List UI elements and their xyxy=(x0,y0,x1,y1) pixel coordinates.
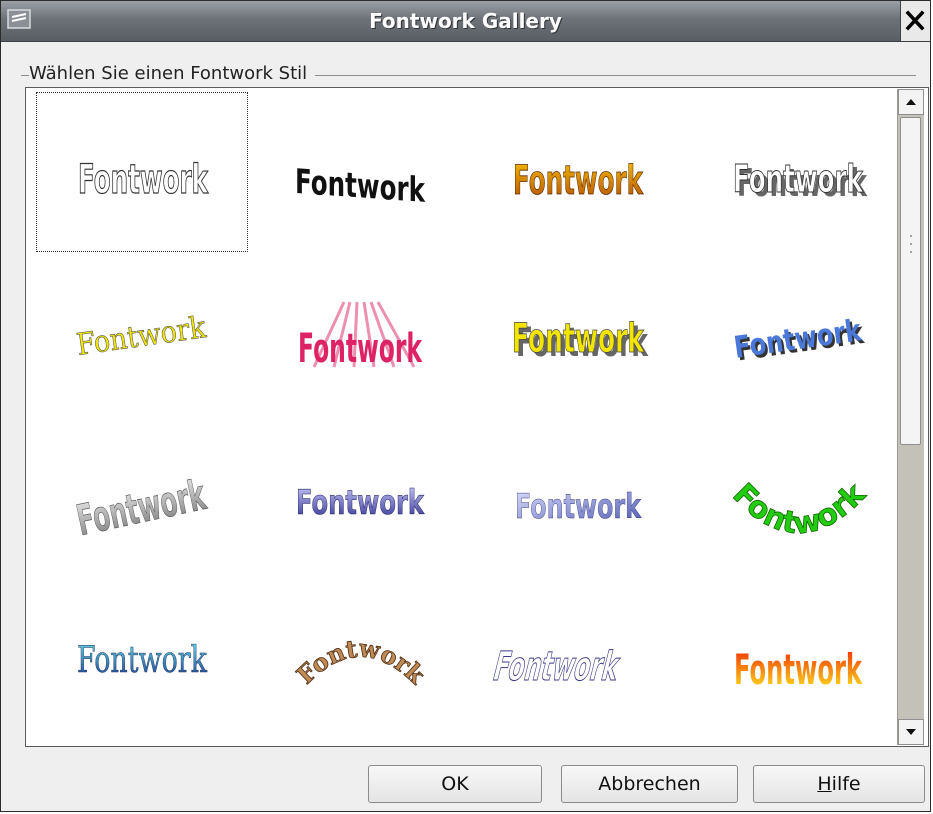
style-preview-text: Fontwork xyxy=(513,158,644,204)
grip-icon xyxy=(910,235,912,253)
style-preview-text: Fontwork xyxy=(291,633,432,690)
help-button[interactable]: Hilfe xyxy=(753,765,925,803)
fontwork-style-6[interactable]: Fontwork xyxy=(254,252,466,412)
style-preview-text: Fontwork xyxy=(733,157,863,201)
close-icon xyxy=(905,10,925,31)
dialog-title: Fontwork Gallery xyxy=(369,9,562,33)
style-preview-text: Fontwork xyxy=(489,643,625,690)
style-preview-text: Fontwork xyxy=(295,162,426,211)
style-preview-text: Fontwork xyxy=(515,487,642,527)
title-bar[interactable]: Fontwork Gallery xyxy=(1,1,930,42)
style-preview-text: Fontwork xyxy=(296,483,425,523)
ok-button[interactable]: OK xyxy=(368,765,542,803)
style-preview-text: Fontwork xyxy=(77,640,208,681)
fontwork-style-12[interactable]: Fontwork xyxy=(692,422,904,582)
fontwork-style-2[interactable]: Fontwork xyxy=(254,92,466,252)
fontwork-style-16[interactable]: Fontwork xyxy=(692,580,904,740)
fontwork-style-9[interactable]: Fontwork xyxy=(36,422,248,582)
fontwork-style-14[interactable]: Fontwork xyxy=(254,580,466,740)
fontwork-style-5[interactable]: Fontwork xyxy=(36,252,248,412)
scroll-up-button[interactable] xyxy=(898,89,924,115)
fontwork-style-7[interactable]: Fontwork Fontwork xyxy=(472,252,684,412)
fontwork-style-8[interactable]: Fontwork Fontwork xyxy=(692,252,904,412)
help-label: ilfe xyxy=(831,773,861,795)
fontwork-gallery-dialog: Fontwork Gallery Wählen Sie einen Fontwo… xyxy=(0,0,931,812)
fontwork-style-10[interactable]: Fontwork xyxy=(254,422,466,582)
style-preview-text: Fontwork xyxy=(72,470,210,545)
arrow-up-icon xyxy=(906,99,916,105)
scroll-down-button[interactable] xyxy=(898,719,924,745)
style-group-label: Wählen Sie einen Fontwork Stil xyxy=(29,63,316,84)
fontwork-style-13[interactable]: Fontwork xyxy=(36,580,248,740)
gallery-scrollbar[interactable] xyxy=(897,89,924,745)
cancel-button[interactable]: Abbrechen xyxy=(561,765,738,803)
style-preview-text: Fontwork xyxy=(726,476,873,542)
fontwork-style-11[interactable]: Fontwork xyxy=(472,422,684,582)
style-preview-text: Fontwork xyxy=(74,310,208,363)
fontwork-style-gallery[interactable]: Fontwork Fontwork Fontwork Fontwork Font… xyxy=(25,87,929,747)
style-preview-text: Fontwork xyxy=(78,157,209,203)
fontwork-style-15[interactable]: Fontwork xyxy=(472,580,684,740)
help-accelerator: H xyxy=(817,773,832,795)
fontwork-style-4[interactable]: Fontwork Fontwork xyxy=(692,92,904,252)
arrow-down-icon xyxy=(906,729,916,735)
fontwork-style-1[interactable]: Fontwork xyxy=(36,92,248,252)
close-button[interactable] xyxy=(900,1,930,41)
fontwork-style-3[interactable]: Fontwork xyxy=(472,92,684,252)
style-preview-text: Fontwork xyxy=(734,645,863,694)
style-preview-text: Fontwork xyxy=(298,326,423,372)
style-preview-text: Fontwork xyxy=(512,316,645,362)
scroll-thumb[interactable] xyxy=(900,117,921,445)
